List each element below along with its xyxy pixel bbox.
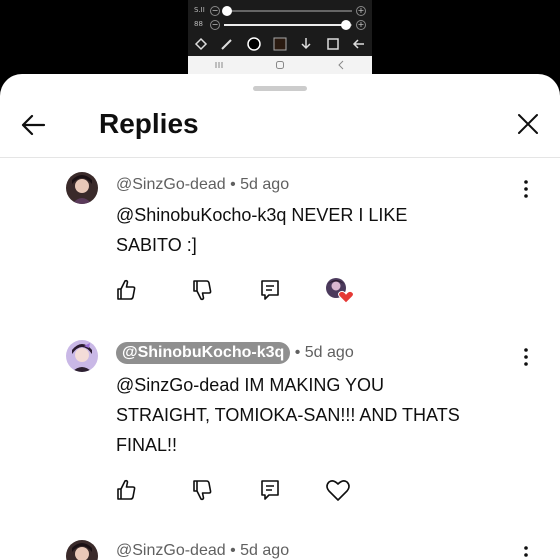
comment-actions [110, 476, 370, 504]
meta-separator: • [230, 176, 236, 193]
replies-sheet: Replies @SinzGo-dead • 5d ago @ShinobuKo… [0, 74, 560, 560]
drag-handle[interactable] [253, 86, 307, 91]
heart-icon[interactable] [324, 476, 352, 504]
comment-meta: @ShinobuKocho-k3q • 5d ago [116, 342, 354, 364]
comment-text-line: SABITO :] [116, 235, 197, 255]
creator-heart-icon[interactable] [324, 276, 354, 304]
meta-separator: • [294, 344, 301, 361]
tool-bar [188, 34, 372, 54]
comment-text-line: @SinzGo-dead IM MAKING YOU [116, 375, 385, 395]
back-icon[interactable] [336, 60, 346, 73]
author-handle[interactable]: @SinzGo-dead [116, 176, 226, 193]
meta-separator: • [230, 542, 236, 559]
like-icon[interactable] [112, 476, 140, 504]
plus-icon[interactable]: + [356, 6, 366, 16]
opacity-slider[interactable]: 88 − + [194, 20, 366, 30]
back-arrow-icon[interactable] [351, 36, 367, 52]
dislike-icon[interactable] [188, 476, 216, 504]
reply-icon[interactable] [256, 476, 284, 504]
home-icon[interactable] [275, 60, 285, 73]
layers-icon[interactable] [325, 36, 341, 52]
download-arrow-icon[interactable] [298, 36, 314, 52]
screen: S.II − + 88 − + Replies @SinzGo-dead • 5… [0, 0, 560, 560]
comment-text: @SinzGo-dead IM MAKING YOU STRAIGHT, TOM… [116, 370, 516, 460]
comment-meta: @SinzGo-dead • 5d ago [116, 542, 289, 560]
brush-size-icon[interactable] [246, 36, 262, 52]
comment-text-line: FINAL!! [116, 435, 178, 455]
reply-icon[interactable] [256, 276, 284, 304]
avatar[interactable] [66, 340, 98, 372]
size-slider-knob[interactable] [221, 6, 232, 16]
size-slider[interactable]: S.II − + [194, 6, 366, 16]
opacity-slider-knob[interactable] [340, 20, 351, 30]
avatar[interactable] [66, 540, 98, 560]
timestamp: 5d ago [240, 176, 290, 193]
dislike-icon[interactable] [188, 276, 216, 304]
plus-icon[interactable]: + [356, 20, 366, 30]
comment-text-line: @ShinobuKocho-k3q NEVER I LIKE [116, 205, 408, 225]
page-title: Replies [99, 108, 199, 139]
more-vert-icon[interactable] [516, 544, 536, 560]
comment-actions [110, 276, 370, 304]
avatar[interactable] [66, 172, 98, 204]
color-swatch-icon[interactable] [272, 36, 288, 52]
opacity-slider-fill [224, 24, 346, 26]
minus-icon[interactable]: − [210, 20, 220, 30]
sheet-header: Replies [0, 92, 560, 158]
size-slider-label: S.II [194, 6, 205, 14]
more-vert-icon[interactable] [516, 346, 536, 368]
transform-icon[interactable] [193, 36, 209, 52]
more-vert-icon[interactable] [516, 178, 536, 200]
size-slider-track[interactable] [221, 6, 352, 16]
timestamp: 5d ago [304, 344, 354, 361]
opacity-slider-track[interactable] [224, 20, 352, 30]
back-arrow-icon[interactable] [18, 110, 48, 140]
app-preview: S.II − + 88 − + [188, 0, 372, 76]
minus-icon[interactable]: − [210, 6, 220, 16]
close-icon[interactable] [514, 110, 542, 138]
comment-text: @ShinobuKocho-k3q NEVER I LIKE SABITO :] [116, 200, 516, 260]
comment-text-line: STRAIGHT, TOMIOKA-SAN!!! AND THATS [116, 405, 460, 425]
author-handle[interactable]: @ShinobuKocho-k3q [116, 342, 291, 364]
opacity-slider-label: 88 [194, 20, 203, 28]
recents-icon[interactable] [214, 60, 224, 73]
like-icon[interactable] [112, 276, 140, 304]
brush-icon[interactable] [219, 36, 235, 52]
timestamp: 5d ago [240, 542, 290, 559]
author-handle[interactable]: @SinzGo-dead [116, 542, 226, 559]
system-nav-bar [188, 56, 372, 76]
comment-meta: @SinzGo-dead • 5d ago [116, 176, 289, 194]
